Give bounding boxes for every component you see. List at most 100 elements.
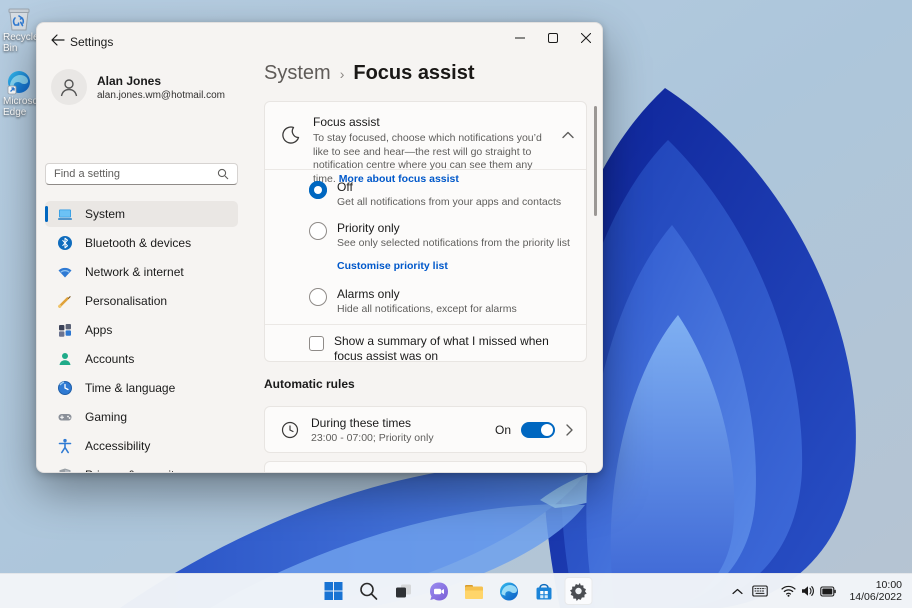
search-input[interactable] <box>54 168 217 180</box>
rule-title: During these times <box>311 415 412 430</box>
nav-item-apps[interactable]: Apps <box>45 317 238 343</box>
edge-button[interactable] <box>495 577 523 605</box>
rule-when-duplicating-display[interactable]: When I’m duplicating my display <box>264 461 587 472</box>
nav-item-time-language[interactable]: Time & language <box>45 375 238 401</box>
microsoft-store-button[interactable] <box>530 577 558 605</box>
customise-priority-list-link[interactable]: Customise priority list <box>337 260 448 272</box>
nav-item-gaming[interactable]: Gaming <box>45 404 238 430</box>
rule-toggle[interactable] <box>521 421 555 438</box>
minimize-icon <box>514 37 525 39</box>
desktop-icon-microsoft-edge[interactable]: Microsoft Edge <box>0 70 44 118</box>
nav-item-privacy-security[interactable]: Privacy & security <box>45 462 238 472</box>
store-icon <box>536 583 551 599</box>
radio-unselected-icon[interactable] <box>309 222 327 240</box>
apps-grid-icon <box>59 324 71 337</box>
recycle-bin-icon <box>8 8 30 31</box>
settings-window: Settings Alan Jones alan.jones.wm@hotmai… <box>36 22 603 473</box>
avatar <box>51 69 87 105</box>
system-laptop-icon <box>58 209 72 220</box>
summary-checkbox-row[interactable]: Show a summary of what I missed when foc… <box>265 325 586 364</box>
nav-item-personalisation[interactable]: Personalisation <box>45 288 238 314</box>
summary-checkbox-label: Show a summary of what I missed when foc… <box>334 334 549 363</box>
nav-label: Accessibility <box>85 439 151 453</box>
chat-button[interactable] <box>425 577 453 605</box>
option-label: Alarms only <box>337 287 400 301</box>
touch-keyboard-button[interactable] <box>752 585 769 597</box>
gear-icon <box>569 582 587 601</box>
taskbar-clock[interactable]: 10:00 14/06/2022 <box>849 579 906 603</box>
profile-name: Alan Jones <box>97 73 162 88</box>
profile-email: alan.jones.wm@hotmail.com <box>97 89 225 101</box>
moon-icon <box>282 126 300 144</box>
task-view-button[interactable] <box>390 577 418 605</box>
option-label: Off <box>337 180 353 194</box>
clock-time: 10:00 <box>875 579 902 591</box>
nav-label: Privacy & security <box>85 468 180 472</box>
taskbar-search-button[interactable] <box>355 577 383 605</box>
automatic-rules-heading: Automatic rules <box>264 377 355 391</box>
option-description: Get all notifications from your apps and… <box>337 196 562 208</box>
tray-chevron-button[interactable] <box>732 588 744 595</box>
keyboard-icon <box>752 585 769 597</box>
nav-label: Accounts <box>85 352 135 366</box>
clock-globe-icon <box>58 381 72 395</box>
task-view-icon <box>396 584 411 598</box>
windows-start-icon <box>324 582 343 600</box>
breadcrumb: System › Focus assist <box>264 62 475 85</box>
close-button[interactable] <box>569 23 602 53</box>
search-icon <box>360 582 378 600</box>
settings-button[interactable] <box>564 577 593 605</box>
wifi-icon <box>781 585 797 597</box>
titlebar[interactable]: Settings <box>37 23 602 59</box>
focus-assist-expander-header[interactable]: Focus assist To stay focused, choose whi… <box>265 102 586 185</box>
desktop: Recycle Bin Microsoft Edge Settings Alan… <box>0 0 912 608</box>
nav-item-accounts[interactable]: Accounts <box>45 346 238 372</box>
radio-option-priority-only[interactable]: Priority only See only selected notifica… <box>309 221 574 274</box>
file-explorer-button[interactable] <box>460 577 488 605</box>
radio-selected-icon[interactable] <box>309 181 327 199</box>
gamepad-icon <box>58 414 72 421</box>
sidebar: Alan Jones alan.jones.wm@hotmail.com Fin… <box>37 59 255 472</box>
maximize-button[interactable] <box>536 23 569 53</box>
radio-option-off[interactable]: Off Get all notifications from your apps… <box>309 180 574 208</box>
checkbox-unchecked-icon[interactable] <box>309 336 324 351</box>
settings-nav: System Bluetooth & devices Network & int… <box>45 201 238 472</box>
page-title: Focus assist <box>353 62 475 84</box>
nav-label: Time & language <box>85 381 176 395</box>
desktop-icon-recycle-bin[interactable]: Recycle Bin <box>0 6 40 54</box>
minimize-button[interactable] <box>503 23 536 53</box>
quick-settings-group[interactable] <box>777 582 840 600</box>
nav-item-bluetooth-devices[interactable]: Bluetooth & devices <box>45 230 238 256</box>
nav-item-accessibility[interactable]: Accessibility <box>45 433 238 459</box>
nav-item-network-internet[interactable]: Network & internet <box>45 259 238 285</box>
profile-card[interactable]: Alan Jones alan.jones.wm@hotmail.com <box>51 69 225 105</box>
file-explorer-icon <box>464 584 483 599</box>
maximize-icon <box>547 33 558 43</box>
system-tray: 10:00 14/06/2022 <box>732 574 906 608</box>
edge-icon <box>499 582 518 600</box>
toggle-state-label: On <box>494 422 511 437</box>
scrollbar[interactable] <box>594 106 597 216</box>
chevron-right-icon <box>566 423 573 436</box>
edge-shortcut-icon <box>7 71 30 95</box>
start-button[interactable] <box>320 577 348 605</box>
nav-item-system[interactable]: System <box>45 201 238 227</box>
radio-unselected-icon[interactable] <box>309 288 327 306</box>
option-label: Priority only <box>337 221 400 235</box>
breadcrumb-system[interactable]: System <box>264 62 331 85</box>
bluetooth-icon <box>58 236 72 250</box>
breadcrumb-separator-icon: › <box>339 66 345 82</box>
back-button[interactable] <box>43 26 73 54</box>
rule-subtitle: 23:00 - 07:00; Priority only <box>311 431 434 444</box>
chevron-up-icon[interactable] <box>562 131 574 139</box>
rule-during-these-times[interactable]: During these times 23:00 - 07:00; Priori… <box>264 406 587 453</box>
rule-title: When I’m duplicating my display <box>309 470 573 472</box>
speaker-icon <box>802 586 815 596</box>
close-icon <box>580 33 591 43</box>
nav-label: Apps <box>85 323 113 337</box>
focus-assist-title: Focus assist <box>313 115 380 129</box>
accessibility-person-icon <box>58 438 72 454</box>
battery-icon <box>820 585 837 597</box>
search-box[interactable] <box>45 163 238 185</box>
radio-option-alarms-only[interactable]: Alarms only Hide all notifications, exce… <box>309 287 574 315</box>
